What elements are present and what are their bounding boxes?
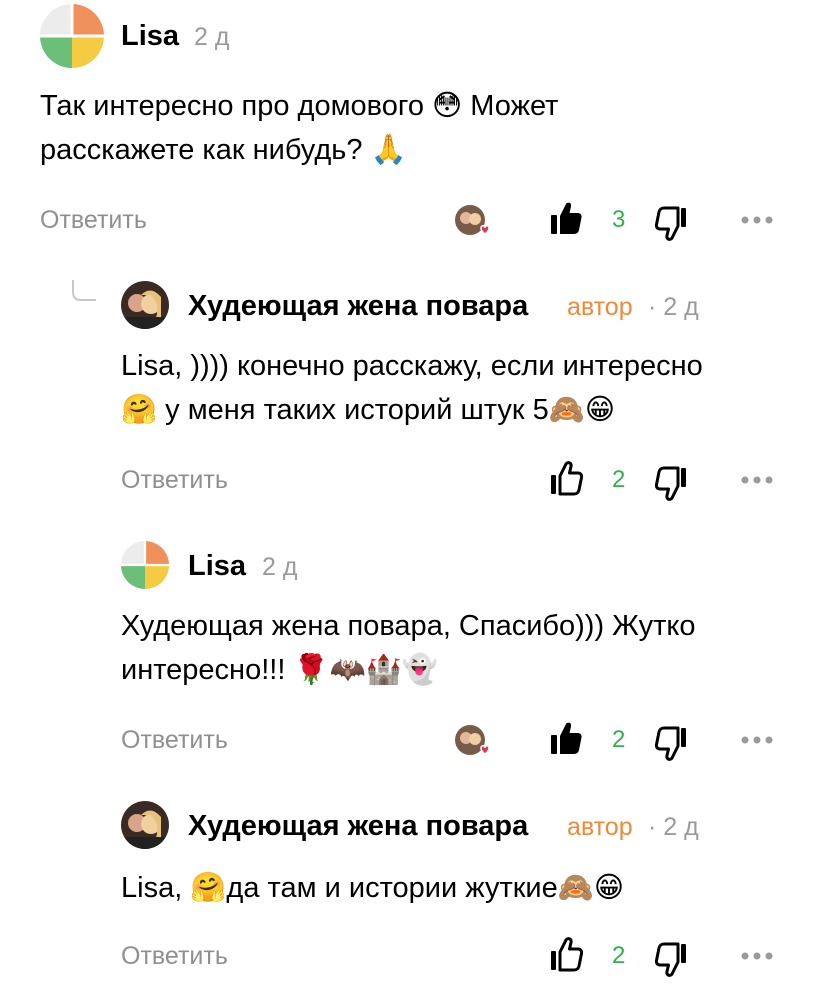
comment-text: Lisa, )))) конечно расскажу, если интере… <box>121 344 811 432</box>
dislike-button[interactable] <box>655 466 689 502</box>
thumbs-down-outline-icon <box>655 466 686 501</box>
comment-text: Худеющая жена повара, Спасибо))) Жутко и… <box>121 604 811 692</box>
thumbs-down-outline-icon <box>655 206 686 241</box>
author-name[interactable]: Худеющая жена повара <box>188 808 528 844</box>
dislike-button[interactable] <box>655 206 689 242</box>
author-avatar-icon <box>121 801 169 849</box>
dislike-button[interactable] <box>655 942 689 978</box>
author-name[interactable]: Lisa <box>121 18 179 54</box>
timestamp: 2 д <box>262 553 298 581</box>
comment-text-line: 🤗 у меня таких историй штук 5🙈😁 <box>121 394 616 426</box>
reply-button[interactable]: Ответить <box>121 724 228 756</box>
comment: Худеющая жена повара автор · 2 д Lisa, )… <box>0 270 828 510</box>
comment-text-line: Lisa, )))) конечно расскажу, если интере… <box>121 350 703 382</box>
like-button[interactable] <box>549 936 583 972</box>
like-count: 2 <box>612 466 626 493</box>
author-avatar-icon <box>121 281 169 329</box>
comment: Lisa 2 д Так интересно про домового 😳 Мо… <box>0 0 828 250</box>
timestamp: · 2 д <box>648 813 699 841</box>
thumbs-up-outline-icon <box>551 937 583 972</box>
author-badge: автор <box>567 813 633 841</box>
timestamp: 2 д <box>194 23 230 51</box>
like-count: 2 <box>612 726 626 753</box>
liked-by-avatar <box>454 724 494 760</box>
lisa-avatar-icon <box>40 4 104 68</box>
more-options-icon[interactable] <box>740 734 774 746</box>
avatar[interactable] <box>40 4 104 68</box>
more-options-icon[interactable] <box>740 214 774 226</box>
lisa-avatar-icon <box>121 541 169 589</box>
comment-text-line: Так интересно про домового 😳 Может <box>40 90 559 122</box>
comment-text-line: расскажете как нибудь? 🙏 <box>40 134 407 166</box>
thumbs-up-outline-icon <box>551 461 583 496</box>
timestamp: · 2 д <box>648 293 699 321</box>
comment-text-line: Худеющая жена повара, Спасибо))) Жутко <box>121 610 696 642</box>
like-button[interactable] <box>549 460 583 496</box>
author-name[interactable]: Lisa <box>188 548 246 584</box>
comment: Lisa 2 д Худеющая жена повара, Спасибо))… <box>0 530 828 780</box>
thumbs-up-filled-icon <box>551 722 582 754</box>
comment-text: Lisa, 🤗да там и истории жуткие🙈😁 <box>121 872 625 904</box>
comment: Худеющая жена повара автор · 2 д Lisa, 🤗… <box>0 790 828 992</box>
comment-text-line: интересно!!! 🌹🦇🏰👻 <box>121 654 438 686</box>
like-button[interactable] <box>549 200 583 236</box>
like-count: 2 <box>612 942 626 969</box>
thumbs-down-outline-icon <box>655 726 686 761</box>
avatar[interactable] <box>121 281 169 329</box>
avatar[interactable] <box>121 801 169 849</box>
thumbs-up-filled-icon <box>551 202 582 234</box>
like-button[interactable] <box>549 720 583 756</box>
thumbs-down-outline-icon <box>655 942 686 977</box>
reply-button[interactable]: Ответить <box>121 464 228 496</box>
reply-button[interactable]: Ответить <box>121 940 228 972</box>
liked-by-avatar <box>454 204 494 240</box>
reply-button[interactable]: Ответить <box>40 204 147 236</box>
comment-text: Так интересно про домового 😳 Может расск… <box>40 84 800 172</box>
dislike-button[interactable] <box>655 726 689 762</box>
more-options-icon[interactable] <box>740 474 774 486</box>
like-count: 3 <box>612 206 626 233</box>
more-options-icon[interactable] <box>740 950 774 962</box>
author-badge: автор <box>567 293 633 321</box>
author-name[interactable]: Худеющая жена повара <box>188 288 528 324</box>
avatar[interactable] <box>121 541 169 589</box>
